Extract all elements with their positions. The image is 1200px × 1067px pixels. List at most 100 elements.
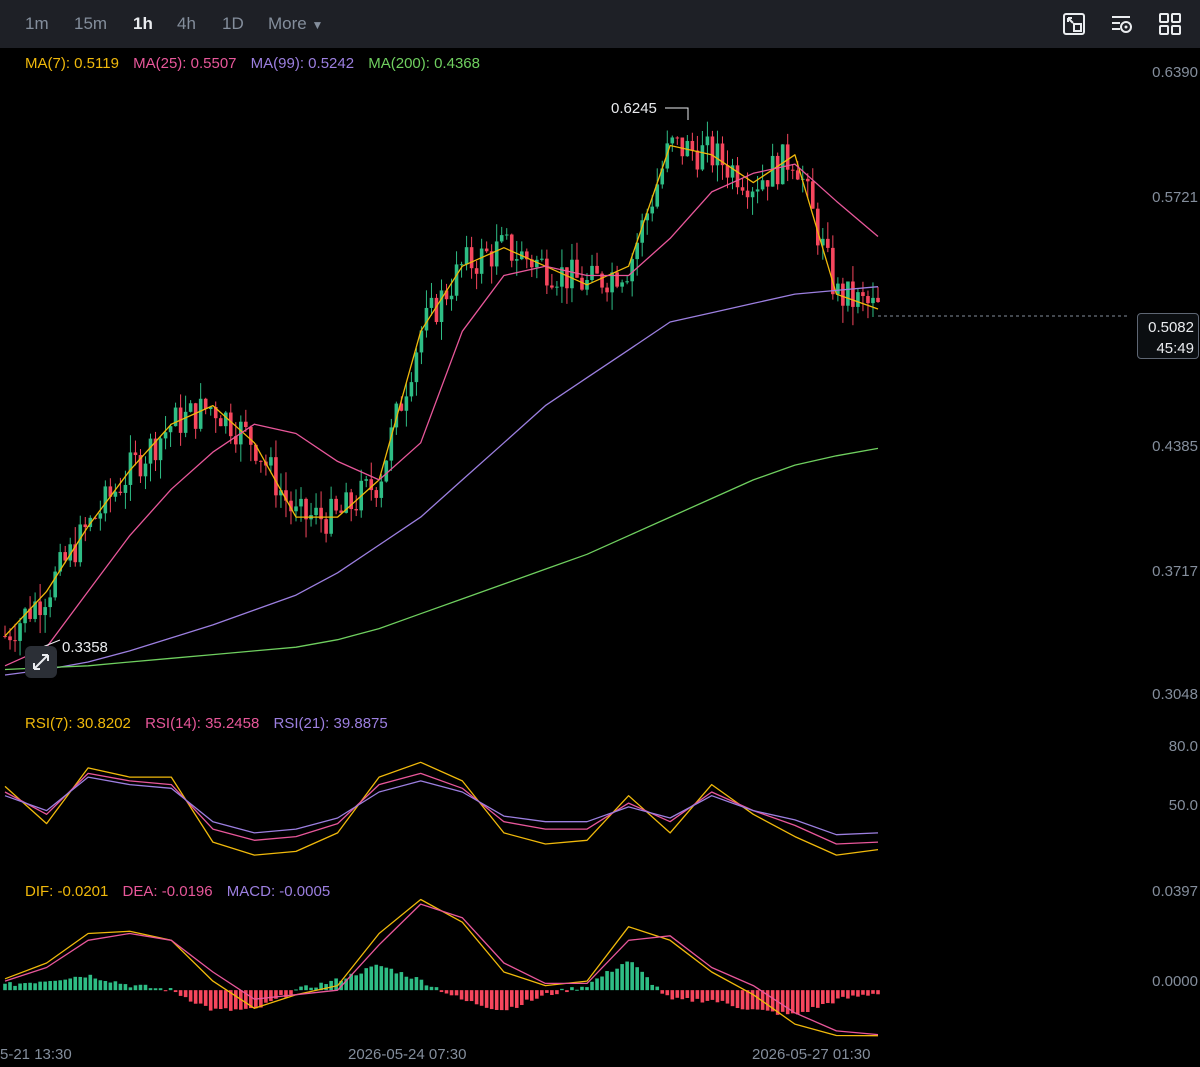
macd-histogram-bar — [700, 990, 705, 1003]
candle-body — [715, 143, 720, 166]
macd-histogram-bar — [98, 980, 103, 991]
macd-histogram-bar — [851, 990, 855, 996]
candle-body — [118, 491, 123, 493]
candle-body — [3, 636, 7, 638]
layout-grid-icon[interactable] — [1158, 12, 1182, 36]
candle-body — [670, 137, 675, 144]
candle-body — [259, 460, 263, 462]
macd-histogram-bar — [785, 990, 790, 1015]
candle-body — [755, 189, 760, 192]
candle-body — [274, 457, 278, 496]
candle-body — [304, 498, 308, 520]
ma7-line — [4, 144, 879, 637]
macd-histogram-bar — [484, 990, 489, 1008]
timeframe-1d[interactable]: 1D — [222, 14, 244, 34]
macd-histogram-bar — [519, 990, 524, 1006]
candle-body — [740, 187, 745, 191]
macd-histogram-bar — [213, 990, 218, 1009]
candle-body — [810, 181, 815, 209]
candle-body — [700, 145, 705, 170]
candle-body — [228, 412, 233, 437]
macd-histogram-bar — [655, 986, 660, 991]
macd-histogram-bar — [198, 990, 203, 1004]
fullscreen-icon[interactable] — [1062, 12, 1086, 36]
macd-histogram-bar — [48, 981, 52, 991]
candle-body — [249, 427, 253, 445]
macd-histogram-bar — [765, 990, 770, 1011]
candle-body — [474, 268, 479, 274]
macd-histogram-bar — [630, 962, 634, 991]
macd-histogram-bar — [831, 990, 835, 1004]
timeframe-15m[interactable]: 15m — [74, 14, 107, 34]
candle-body — [123, 484, 128, 493]
macd-histogram-bar — [545, 990, 549, 993]
candle-body — [143, 463, 148, 477]
macd-histogram-bar — [183, 990, 188, 998]
macd-histogram-bar — [795, 990, 800, 1015]
macd-histogram-bar — [469, 990, 474, 1002]
macd-histogram-bar — [745, 990, 750, 1010]
macd-histogram-bar — [454, 990, 459, 996]
indicator-settings-icon[interactable] — [1110, 12, 1134, 36]
candle-body — [223, 412, 228, 427]
macd-histogram-bar — [715, 990, 720, 1003]
candle-body — [364, 479, 369, 481]
macd-histogram-bar — [509, 990, 514, 1007]
macd-histogram-bar — [63, 979, 68, 991]
macd-histogram-bar — [148, 988, 153, 991]
macd-histogram-bar — [218, 990, 223, 1010]
candle-body — [805, 178, 810, 182]
candle-body — [575, 259, 579, 278]
candle-body — [133, 452, 138, 456]
candle-body — [509, 234, 514, 261]
macd-histogram-bar — [168, 988, 173, 991]
macd-histogram-bar — [389, 968, 394, 991]
candle-body — [183, 411, 188, 433]
macd-histogram-bar — [93, 978, 98, 991]
candle-body — [760, 180, 765, 190]
macd-histogram-bar — [374, 964, 379, 991]
high-price-label: 0.6245 — [611, 100, 657, 117]
macd-histogram-bar — [409, 978, 414, 991]
macd-histogram-bar — [665, 990, 670, 996]
macd-histogram-bar — [419, 979, 424, 991]
candle-body — [103, 486, 108, 514]
macd-histogram-bar — [304, 985, 308, 991]
candle-body — [650, 206, 655, 214]
macd-histogram-bar — [876, 990, 880, 995]
candle-body — [514, 259, 519, 261]
macd-histogram-bar — [625, 961, 629, 991]
candle-body — [78, 524, 83, 563]
macd-histogram-bar — [299, 986, 303, 991]
macd-histogram-bar — [615, 968, 619, 991]
macd-histogram-bar — [474, 990, 479, 1005]
macd-histogram-bar — [444, 990, 449, 994]
macd-histogram-bar — [68, 978, 73, 991]
more-timeframes-button[interactable]: More ▼ — [268, 14, 323, 34]
timeframe-1h[interactable]: 1h — [133, 14, 153, 34]
candle-body — [429, 297, 434, 308]
macd-histogram-bar — [414, 977, 419, 991]
candle-body — [750, 191, 755, 198]
candle-body — [765, 180, 770, 187]
candle-body — [710, 136, 715, 166]
candle-body — [871, 297, 875, 304]
macd-histogram-bar — [535, 990, 539, 999]
timeframe-1m[interactable]: 1m — [25, 14, 49, 34]
candle-body — [13, 640, 17, 642]
candle-body — [630, 259, 634, 282]
macd-histogram-bar — [73, 976, 78, 991]
macd-histogram-bar — [118, 983, 123, 991]
candle-body — [193, 403, 198, 429]
macd-histogram-bar — [38, 981, 42, 991]
candle-body — [404, 396, 409, 411]
expand-button[interactable] — [25, 646, 57, 678]
candlestick-chart[interactable] — [0, 48, 1130, 1048]
candle-body — [434, 297, 439, 322]
macd-histogram-bar — [399, 972, 404, 991]
macd-histogram-bar — [499, 990, 504, 1011]
candle-body — [861, 292, 865, 297]
macd-histogram-bar — [560, 988, 564, 991]
timeframe-4h[interactable]: 4h — [177, 14, 196, 34]
macd-histogram-bar — [635, 967, 639, 991]
